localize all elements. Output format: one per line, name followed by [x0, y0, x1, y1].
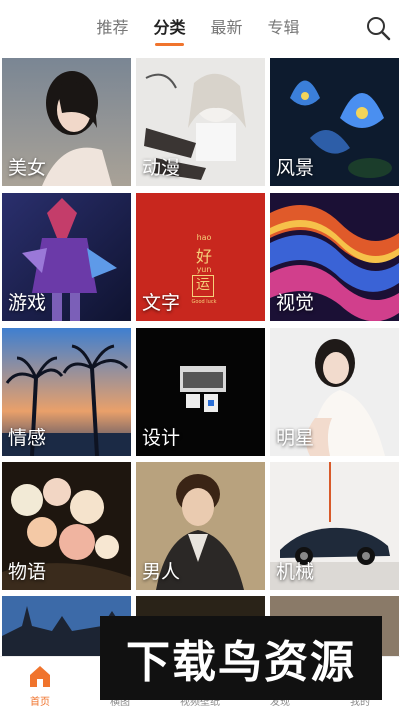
search-icon[interactable]	[364, 14, 392, 42]
category-tile-man[interactable]: 男人	[136, 462, 265, 590]
text-tile-yun: yun	[196, 265, 212, 274]
tab-recommend[interactable]: 推荐	[84, 12, 141, 44]
tab-category[interactable]: 分类	[141, 12, 198, 46]
category-tile-design[interactable]: 设计	[136, 328, 265, 456]
text-tile-good: 好	[195, 247, 212, 266]
category-tile-visual[interactable]: 视觉	[270, 193, 399, 321]
category-tabs: 推荐 分类 最新 专辑	[84, 12, 312, 46]
category-label: 游戏	[8, 292, 47, 314]
tab-latest[interactable]: 最新	[198, 12, 255, 44]
category-label: 视觉	[276, 292, 315, 314]
category-label: 动漫	[142, 157, 181, 179]
watermark-text: 下载鸟资源	[126, 637, 356, 688]
nav-home-label: 首页	[30, 697, 50, 708]
category-label: 明星	[276, 427, 315, 449]
watermark-banner: 下载鸟资源	[100, 616, 382, 700]
category-label: 男人	[142, 561, 181, 583]
category-grid: 美女 动漫 风景 游戏 hao 好 yun 运 Good luck 文字 视觉 …	[0, 58, 400, 656]
home-icon	[30, 666, 50, 687]
text-tile-hao: hao	[196, 233, 212, 242]
category-tile-game[interactable]: 游戏	[2, 193, 131, 321]
category-tile-anime[interactable]: 动漫	[136, 58, 265, 186]
text-tile-luck: 运	[192, 275, 214, 297]
category-tile-star[interactable]: 明星	[270, 328, 399, 456]
category-label: 物语	[8, 561, 47, 583]
category-tile-scenery[interactable]: 风景	[270, 58, 399, 186]
category-tile-story[interactable]: 物语	[2, 462, 131, 590]
category-label: 情感	[8, 427, 47, 449]
category-tile-emotion[interactable]: 情感	[2, 328, 131, 456]
text-tile-caption: Good luck	[191, 299, 217, 305]
category-label: 风景	[276, 157, 315, 179]
category-label: 机械	[276, 561, 315, 583]
top-bar: 推荐 分类 最新 专辑	[0, 0, 400, 56]
category-tile-mechanical[interactable]: 机械	[270, 462, 399, 590]
category-label: 设计	[142, 427, 181, 449]
nav-home[interactable]: 首页	[0, 657, 80, 710]
category-tile-beauty[interactable]: 美女	[2, 58, 131, 186]
category-tile-text[interactable]: hao 好 yun 运 Good luck 文字	[136, 193, 265, 321]
tab-album[interactable]: 专辑	[255, 12, 312, 44]
category-label: 美女	[8, 157, 47, 179]
category-label: 文字	[142, 292, 181, 314]
